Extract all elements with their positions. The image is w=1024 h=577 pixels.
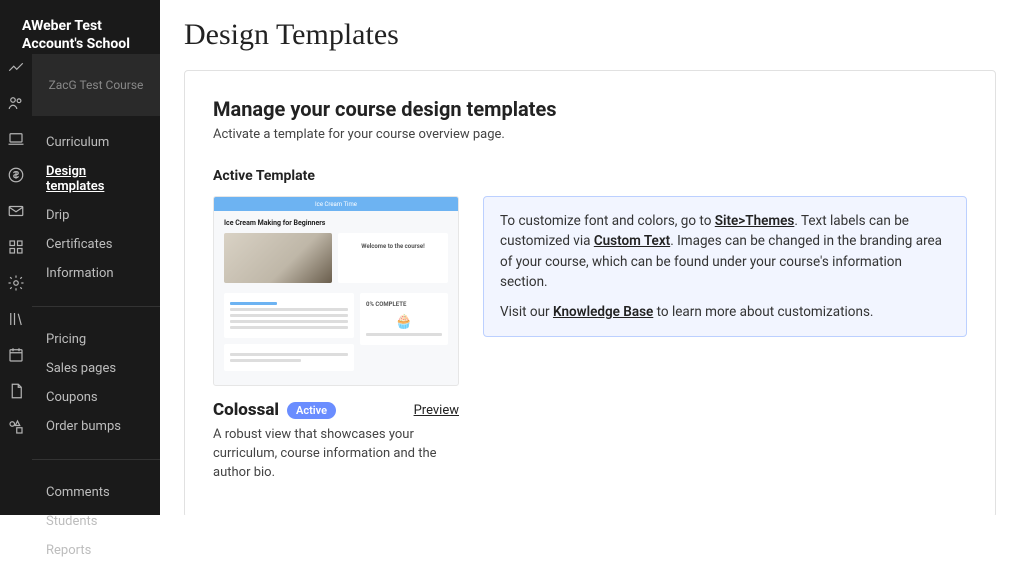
nav-certificates[interactable]: Certificates (32, 230, 160, 259)
library-icon[interactable] (7, 310, 25, 328)
school-name: AWeber Test Account's School (8, 8, 158, 65)
preview-hero-image (224, 233, 332, 283)
nav-order-bumps[interactable]: Order bumps (32, 412, 160, 441)
side-nav: ZacG Test Course Curriculum Design templ… (32, 0, 160, 515)
customization-info: To customize font and colors, go to Site… (483, 196, 967, 337)
file-icon[interactable] (7, 382, 25, 400)
shapes-icon[interactable] (7, 418, 25, 436)
preview-topbar: Ice Cream Time (214, 197, 458, 211)
laptop-icon[interactable] (7, 130, 25, 148)
info-text: To customize font and colors, go to (500, 213, 715, 229)
nav-curriculum[interactable]: Curriculum (32, 128, 160, 157)
preview-progress-box: 0% COMPLETE 🧁 (360, 293, 448, 345)
nav-group-commerce: Pricing Sales pages Coupons Order bumps (32, 313, 160, 453)
nav-sales-pages[interactable]: Sales pages (32, 354, 160, 383)
template-description: A robust view that showcases your curric… (213, 426, 459, 483)
template-preview[interactable]: Ice Cream Time Ice Cream Making for Begi… (213, 196, 459, 386)
preview-progress-label: 0% COMPLETE (366, 301, 442, 308)
nav-group-engagement: Comments Students Reports (32, 466, 160, 577)
template-thumb-column: Ice Cream Time Ice Cream Making for Begi… (213, 196, 459, 483)
info-line-2: Visit our Knowledge Base to learn more a… (500, 302, 950, 322)
gear-icon[interactable] (7, 274, 25, 292)
template-meta: Colossal Active Preview A robust view th… (213, 400, 459, 483)
preview-info-box (224, 344, 354, 371)
custom-text-link[interactable]: Custom Text (594, 233, 670, 249)
active-template-label: Active Template (213, 168, 967, 184)
knowledge-base-link[interactable]: Knowledge Base (553, 304, 653, 320)
preview-curriculum-box (224, 293, 354, 338)
mail-icon[interactable] (7, 202, 25, 220)
cupcake-icon: 🧁 (366, 314, 442, 330)
preview-welcome: Welcome to the course! (338, 233, 448, 283)
analytics-icon[interactable] (7, 58, 25, 76)
apps-icon[interactable] (7, 238, 25, 256)
info-line-1: To customize font and colors, go to Site… (500, 211, 950, 292)
nav-reports[interactable]: Reports (32, 536, 160, 565)
themes-link[interactable]: Site>Themes (715, 213, 795, 229)
nav-separator (32, 306, 160, 307)
nav-pricing[interactable]: Pricing (32, 325, 160, 354)
nav-drip[interactable]: Drip (32, 201, 160, 230)
people-icon[interactable] (7, 94, 25, 112)
card-subtitle: Activate a template for your course over… (213, 127, 967, 142)
page-title: Design Templates (184, 18, 996, 52)
preview-link[interactable]: Preview (414, 403, 459, 418)
nav-coupons[interactable]: Coupons (32, 383, 160, 412)
nav-information[interactable]: Information (32, 259, 160, 288)
info-text: to learn more about customizations. (653, 304, 873, 320)
template-name: Colossal (213, 400, 279, 420)
nav-separator (32, 459, 160, 460)
nav-group-course: Curriculum Design templates Drip Certifi… (32, 116, 160, 300)
dollar-icon[interactable] (7, 166, 25, 184)
nav-students[interactable]: Students (32, 507, 160, 536)
info-text: Visit our (500, 304, 553, 320)
templates-card: Manage your course design templates Acti… (184, 70, 996, 515)
nav-design-templates[interactable]: Design templates (32, 157, 160, 201)
nav-comments[interactable]: Comments (32, 478, 160, 507)
card-heading: Manage your course design templates (213, 97, 967, 121)
active-template-row: Ice Cream Time Ice Cream Making for Begi… (213, 196, 967, 483)
main: Design Templates Manage your course desi… (160, 0, 1024, 515)
sidebar: AWeber Test Account's School ZacG Test C… (0, 0, 160, 515)
preview-course-title: Ice Cream Making for Beginners (224, 219, 448, 227)
active-badge: Active (287, 402, 336, 419)
calendar-icon[interactable] (7, 346, 25, 364)
icon-rail (0, 0, 32, 515)
